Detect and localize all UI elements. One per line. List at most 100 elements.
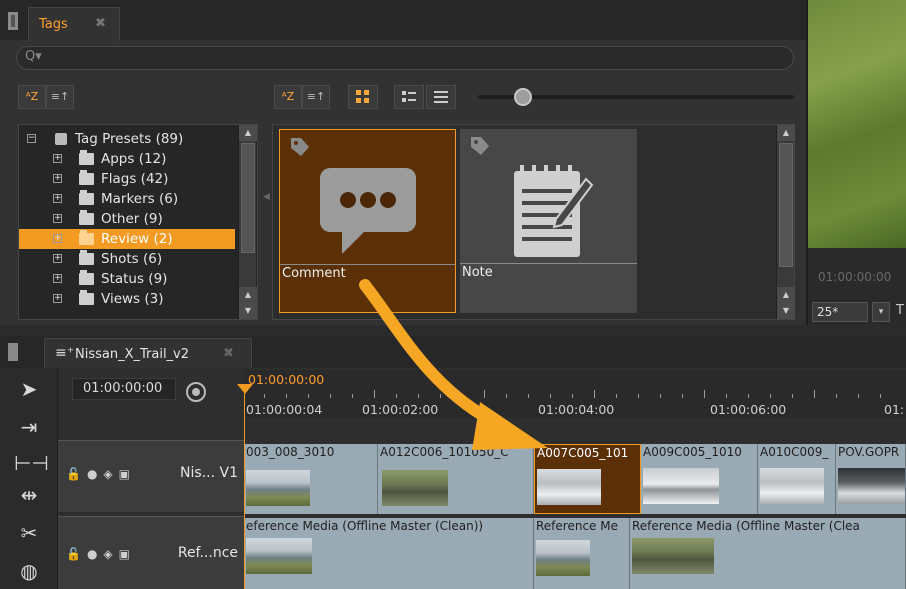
tree-scrollbar[interactable]: ▲ ▲ ▼ bbox=[238, 125, 257, 319]
tag-tile-comment[interactable]: Comment bbox=[279, 129, 456, 313]
clip-label: A012C006_101050_C bbox=[380, 445, 509, 459]
tree-item-shots[interactable]: + Shots (6) bbox=[19, 249, 235, 269]
comment-bubble-icon bbox=[320, 168, 416, 254]
panel-drag-handle-icon[interactable] bbox=[8, 12, 18, 30]
timeline-timecode-field[interactable]: 01:00:00:00 bbox=[72, 378, 176, 400]
clip-label: POV.GOPR bbox=[838, 445, 900, 459]
tree-scroll-thumb[interactable] bbox=[241, 143, 255, 253]
clip[interactable]: 003_008_3010 bbox=[244, 444, 378, 514]
select-arrow-icon[interactable]: ➤ bbox=[14, 374, 44, 404]
grid-scroll-thumb[interactable] bbox=[779, 143, 793, 267]
grid-scrollbar[interactable]: ▲ ▲ ▼ bbox=[776, 125, 795, 319]
expand-icon[interactable]: + bbox=[53, 214, 62, 223]
clip-selected[interactable]: A007C005_101 bbox=[534, 444, 641, 514]
tree-item-status[interactable]: + Status (9) bbox=[19, 269, 235, 289]
timecode-jog-icon[interactable] bbox=[186, 382, 206, 402]
clip-thumbnail bbox=[246, 538, 312, 574]
expand-icon[interactable]: + bbox=[53, 154, 62, 163]
sort-alpha-button[interactable]: ᴬZ bbox=[18, 85, 46, 109]
splitter-arrow-icon[interactable]: ◀ bbox=[263, 192, 270, 202]
expand-icon[interactable]: + bbox=[53, 274, 62, 283]
grid-sort-alpha-button[interactable]: ᴬZ bbox=[274, 85, 302, 109]
sequence-icon: ≡⁺ bbox=[55, 345, 75, 361]
track-name-reference: Ref...nce bbox=[177, 545, 238, 561]
track-header-reference[interactable]: 🔓●◈▣ Ref...nce bbox=[58, 516, 244, 589]
tags-search-input[interactable]: Q▾ bbox=[16, 46, 794, 70]
frame-rate-dropdown-icon[interactable]: ▾ bbox=[872, 302, 890, 322]
expand-icon[interactable]: + bbox=[53, 254, 62, 263]
viewer-timecode: 01:00:00:00 bbox=[818, 270, 892, 284]
slip-icon[interactable]: ⇹ bbox=[14, 480, 44, 510]
clip[interactable]: Reference Me bbox=[534, 518, 630, 589]
tab-tags-label: Tags bbox=[39, 17, 68, 32]
folder-icon bbox=[79, 250, 94, 265]
tree-item-label: Other (9) bbox=[101, 211, 163, 227]
small-icons-view-button[interactable] bbox=[394, 85, 424, 109]
close-tab-icon[interactable]: ✖ bbox=[223, 346, 234, 361]
tree-item-flags[interactable]: + Flags (42) bbox=[19, 169, 235, 189]
tag-tile-label: Note bbox=[462, 265, 493, 280]
expand-icon[interactable]: + bbox=[53, 294, 62, 303]
panel-drag-handle-icon[interactable] bbox=[8, 343, 18, 361]
thumbnail-size-slider-handle[interactable] bbox=[514, 88, 532, 106]
collapse-icon[interactable]: − bbox=[27, 134, 36, 143]
track-header-v1[interactable]: 🔓●◈▣ Nis... V1 bbox=[58, 440, 244, 512]
clip[interactable]: A009C005_1010 bbox=[641, 444, 758, 514]
clip-thumbnail bbox=[537, 469, 601, 505]
scroll-down-icon[interactable]: ▼ bbox=[777, 303, 795, 319]
folder-icon bbox=[79, 210, 94, 225]
search-icon[interactable]: Q▾ bbox=[25, 49, 42, 64]
expand-icon[interactable]: + bbox=[53, 194, 62, 203]
tags-tab-bar bbox=[0, 0, 806, 40]
tile-divider bbox=[460, 263, 637, 264]
tree-item-apps[interactable]: + Apps (12) bbox=[19, 149, 235, 169]
sort-order-button[interactable]: ≡↑ bbox=[46, 85, 74, 109]
tree-item-other[interactable]: + Other (9) bbox=[19, 209, 235, 229]
frame-rate-field[interactable]: 25* bbox=[812, 302, 868, 322]
folder-icon bbox=[79, 270, 94, 285]
tab-sequence[interactable]: ≡⁺ Nissan_X_Trail_v2 ✖ bbox=[44, 338, 252, 370]
clip-thumbnail bbox=[536, 540, 590, 576]
expand-icon[interactable]: + bbox=[53, 174, 62, 183]
tree-item-tag-presets[interactable]: − Tag Presets (89) bbox=[19, 129, 235, 149]
track-select-icon[interactable]: ⇥ bbox=[14, 412, 44, 442]
tile-divider bbox=[280, 264, 455, 265]
ripple-icon[interactable]: ⊢⊣ bbox=[14, 448, 49, 478]
tag-tile-note[interactable]: Note bbox=[460, 129, 637, 313]
large-icons-view-button[interactable] bbox=[348, 85, 378, 109]
tree-item-views[interactable]: + Views (3) bbox=[19, 289, 235, 309]
tab-sequence-label: Nissan_X_Trail_v2 bbox=[75, 347, 190, 362]
track-controls[interactable]: 🔓●◈▣ bbox=[66, 467, 136, 481]
notepad-icon bbox=[514, 165, 594, 257]
close-tab-icon[interactable]: ✖ bbox=[95, 16, 106, 31]
clip-label: Reference Me bbox=[536, 519, 618, 533]
clip-label: A010C009_ bbox=[760, 445, 829, 459]
clip[interactable]: Reference Media (Offline Master (Clea bbox=[630, 518, 906, 589]
scroll-up-icon[interactable]: ▲ bbox=[239, 287, 257, 303]
clip[interactable]: eference Media (Offline Master (Clean)) bbox=[244, 518, 534, 589]
track-controls[interactable]: 🔓●◈▣ bbox=[66, 547, 136, 561]
tree-item-label: Tag Presets (89) bbox=[75, 131, 184, 147]
multi-view-icon[interactable]: ◍ bbox=[14, 556, 44, 586]
list-view-button[interactable] bbox=[426, 85, 456, 109]
grid-sort-order-button[interactable]: ≡↑ bbox=[302, 85, 330, 109]
clip[interactable]: A012C006_101050_C bbox=[378, 444, 534, 514]
clip[interactable]: POV.GOPR bbox=[836, 444, 906, 514]
scroll-up-icon[interactable]: ▲ bbox=[777, 287, 795, 303]
razor-icon[interactable]: ✂ bbox=[14, 518, 44, 548]
folder-icon bbox=[79, 170, 94, 185]
tree-item-label: Markers (6) bbox=[101, 191, 179, 207]
clip-label: eference Media (Offline Master (Clean)) bbox=[246, 519, 484, 533]
scroll-down-icon[interactable]: ▼ bbox=[239, 303, 257, 319]
viewer-toolbar-label: T bbox=[896, 303, 904, 318]
scroll-up-icon[interactable]: ▲ bbox=[239, 125, 257, 141]
clip-label: A007C005_101 bbox=[537, 446, 629, 460]
tree-item-review[interactable]: + Review (2) bbox=[19, 229, 235, 249]
playhead-marker[interactable] bbox=[237, 384, 253, 394]
clip[interactable]: A010C009_ bbox=[758, 444, 836, 514]
scroll-up-icon[interactable]: ▲ bbox=[777, 125, 795, 141]
expand-icon[interactable]: + bbox=[53, 234, 62, 243]
tree-item-markers[interactable]: + Markers (6) bbox=[19, 189, 235, 209]
viewer-frame-image bbox=[808, 0, 906, 248]
tab-tags[interactable]: Tags ✖ bbox=[28, 7, 120, 41]
